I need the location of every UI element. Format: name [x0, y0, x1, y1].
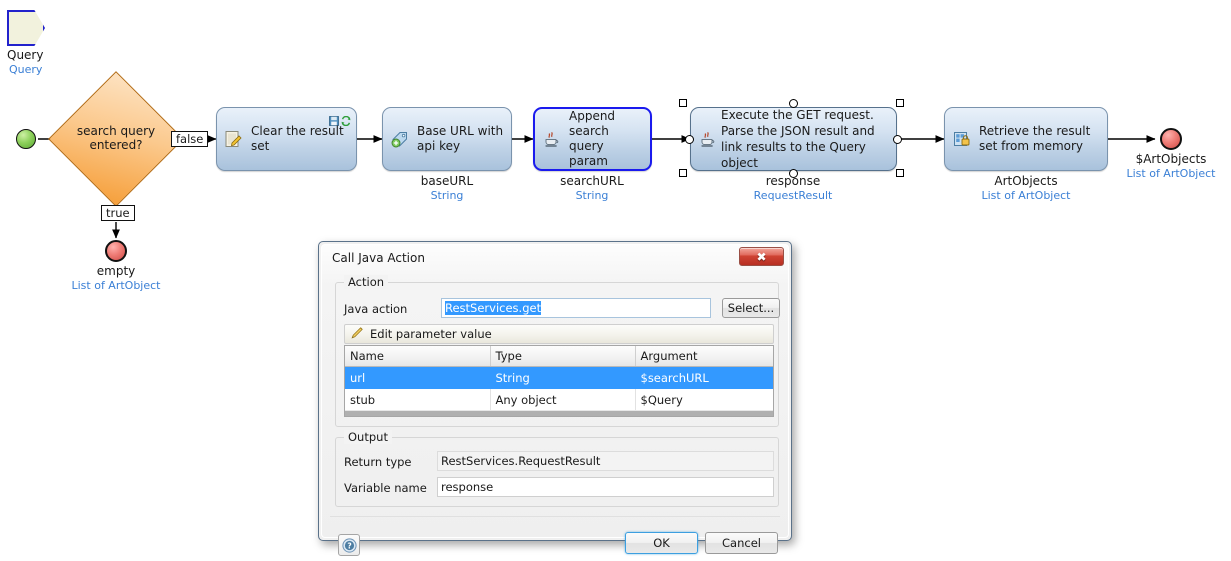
table-header-row: Name Type Argument: [345, 346, 773, 367]
resize-handle-top-center[interactable]: [789, 98, 798, 108]
edit-parameter-value-label: Edit parameter value: [370, 327, 492, 341]
cell-type: Any object: [490, 388, 636, 411]
retrieve-icon: [953, 130, 971, 148]
change-object-icon: [225, 130, 243, 148]
table-row[interactable]: stub Any object $Query: [345, 388, 773, 411]
end-event-empty-caption: empty: [96, 264, 136, 278]
column-header-name[interactable]: Name: [345, 346, 491, 367]
dialog-body: Action Java action RestServices.get Sele…: [322, 272, 788, 556]
column-header-type[interactable]: Type: [490, 346, 636, 367]
decision-search-query-entered[interactable]: search query entered?: [48, 71, 184, 207]
java-action-icon: [543, 130, 561, 148]
activity-execute-get-request-text: Execute the GET request. Parse the JSON …: [721, 108, 875, 170]
resize-handle-bottom-right[interactable]: [896, 169, 904, 177]
resize-handle-top-right[interactable]: [896, 99, 904, 107]
ok-button[interactable]: OK: [625, 532, 698, 554]
activity-base-url-with-api-key-text: Base URL with api key: [417, 124, 504, 153]
decision-label-line2: entered?: [89, 138, 143, 152]
parameter-query[interactable]: [7, 10, 45, 46]
activity-retrieve-result-set-text: Retrieve the result set from memory: [979, 124, 1091, 153]
svg-text:?: ?: [347, 541, 351, 550]
decision-label-line1: search query: [76, 124, 156, 138]
select-button[interactable]: Select...: [722, 298, 780, 318]
help-icon[interactable]: ?: [338, 534, 360, 556]
activity-retrieve-caption: ArtObjects: [994, 174, 1058, 188]
edit-parameter-toolbar[interactable]: Edit parameter value: [344, 324, 774, 344]
footer-divider: [330, 516, 780, 517]
java-action-input[interactable]: RestServices.get: [441, 298, 711, 318]
end-event-artobjects-caption: $ArtObjects: [1135, 152, 1207, 166]
end-event-empty[interactable]: [105, 240, 127, 262]
activity-base-url-with-api-key[interactable]: Base URL with api key: [382, 107, 512, 171]
return-type-value: RestServices.RequestResult: [437, 451, 774, 471]
connector-label-true[interactable]: true: [101, 205, 135, 221]
cell-type: String: [490, 366, 636, 389]
activity-append-caption: searchURL: [560, 174, 624, 188]
activity-base-url-caption: baseURL: [420, 174, 474, 188]
parameter-table-element: Name Type Argument url String $searchURL…: [345, 346, 773, 411]
return-type-label: Return type: [344, 455, 412, 469]
resize-handle-middle-right[interactable]: [893, 134, 902, 144]
activity-append-search-query-param-text: Append search query param: [569, 109, 616, 168]
variable-name-input[interactable]: response: [437, 477, 774, 497]
resize-handle-top-left[interactable]: [679, 99, 687, 107]
parameter-query-name: Query: [7, 48, 44, 62]
resize-handle-bottom-left[interactable]: [679, 169, 687, 177]
connector-label-false[interactable]: false: [171, 131, 209, 147]
end-event-artobjects-type: List of ArtObject: [1126, 167, 1216, 180]
activity-append-search-query-param[interactable]: Append search query param: [533, 107, 652, 171]
cancel-button[interactable]: Cancel: [705, 532, 778, 554]
activity-base-url-type: String: [430, 189, 464, 202]
end-event-empty-type: List of ArtObject: [71, 279, 161, 292]
column-header-argument[interactable]: Argument: [635, 346, 773, 367]
resize-handle-middle-left[interactable]: [685, 134, 694, 144]
activity-execute-get-request[interactable]: Execute the GET request. Parse the JSON …: [690, 107, 897, 171]
cell-name: stub: [345, 388, 491, 411]
start-event[interactable]: [16, 129, 36, 149]
activity-execute-type: RequestResult: [753, 189, 833, 202]
variable-name-label: Variable name: [344, 481, 427, 495]
parameter-query-type: Query: [9, 63, 43, 76]
parameter-table[interactable]: Name Type Argument url String $searchURL…: [344, 345, 774, 417]
dialog-title: Call Java Action: [332, 251, 425, 265]
cell-argument: $searchURL: [635, 366, 773, 389]
activity-clear-result-set-text: Clear the result set: [251, 124, 344, 153]
java-action-label: Java action: [344, 302, 408, 316]
parameter-shape-icon: [7, 10, 45, 46]
table-row[interactable]: url String $searchURL: [345, 366, 773, 389]
dialog-titlebar[interactable]: Call Java Action ✖: [322, 245, 788, 272]
java-action-icon: [699, 130, 717, 148]
call-java-action-dialog[interactable]: Call Java Action ✖ Action Java action Re…: [318, 241, 792, 556]
close-glyph: ✖: [756, 249, 767, 264]
dialog-frame: Call Java Action ✖ Action Java action Re…: [321, 244, 789, 556]
activity-append-type: String: [575, 189, 609, 202]
activity-retrieve-type: List of ArtObject: [981, 189, 1071, 202]
help-glyph-icon: ?: [341, 537, 357, 553]
output-group-legend: Output: [344, 430, 392, 444]
close-icon[interactable]: ✖: [739, 247, 784, 266]
create-variable-icon: [391, 130, 409, 148]
activity-execute-caption: response: [765, 174, 821, 188]
cell-argument: $Query: [635, 388, 773, 411]
activity-clear-result-set[interactable]: Clear the result set: [216, 107, 357, 171]
pencil-icon: [351, 326, 364, 342]
java-action-value: RestServices.get: [445, 301, 542, 315]
end-event-artobjects[interactable]: [1160, 128, 1182, 150]
action-group-legend: Action: [344, 275, 389, 289]
decision-label: search query entered?: [56, 124, 176, 152]
cell-name: url: [345, 366, 491, 389]
activity-retrieve-result-set[interactable]: Retrieve the result set from memory: [944, 107, 1108, 171]
